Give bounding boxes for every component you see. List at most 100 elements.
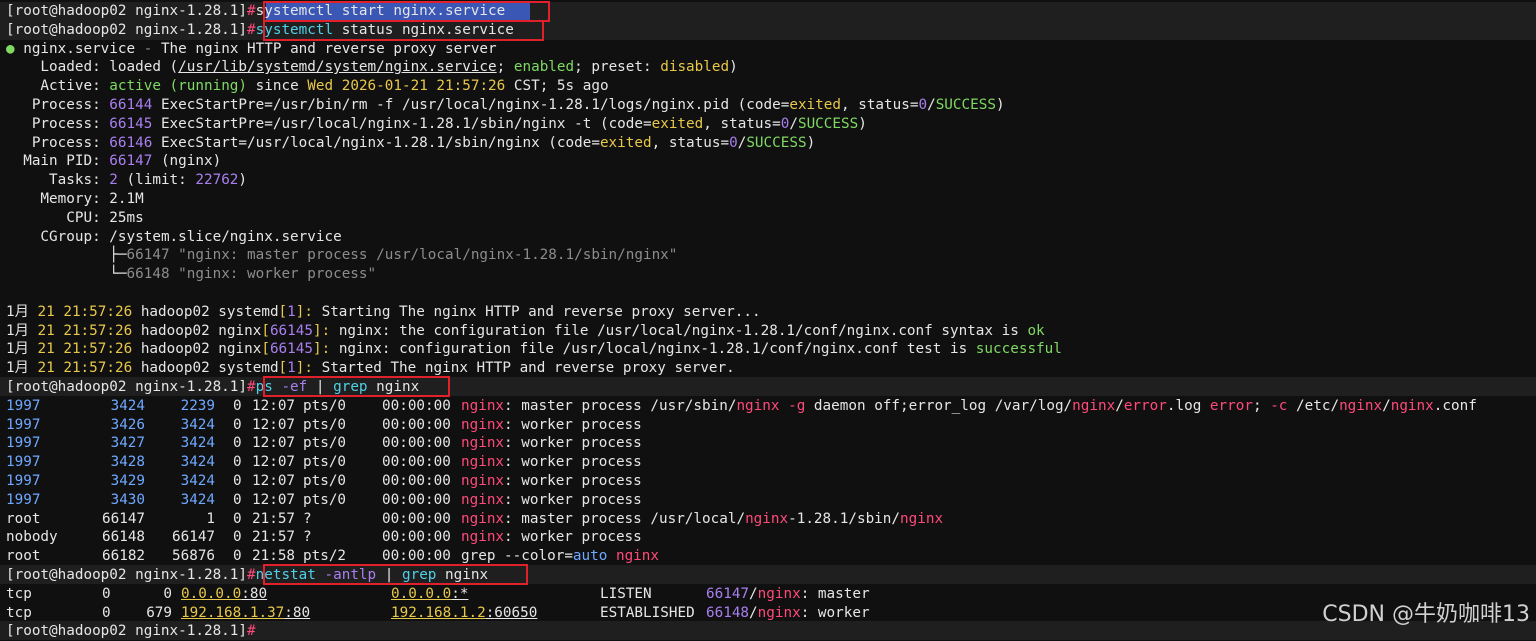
ps-c: 0: [233, 510, 242, 527]
unit-description: The nginx HTTP and reverse proxy server: [160, 40, 497, 57]
cell-part: nginx: [1390, 397, 1434, 414]
prompt-line: [root@hadoop02 nginx-1.28.1]#: [6, 622, 256, 641]
ns-state: ESTABLISHED: [600, 604, 695, 621]
ns-sendq: 679: [146, 604, 173, 621]
cell-part: error: [1123, 397, 1167, 414]
status-loaded: Loaded: loaded (/usr/lib/systemd/system/…: [6, 59, 738, 76]
cell-part: :: [241, 585, 250, 602]
highlight-box-netstat: [263, 564, 528, 585]
ps-time: 00:00:00: [382, 454, 451, 471]
cell-part: /etc/: [1287, 397, 1340, 414]
cell-part: /: [749, 585, 758, 602]
ns-recvq: 0: [102, 585, 111, 602]
cell-part: :: [485, 604, 495, 621]
prompt-text: [root@hadoop02 nginx-1.28.1]: [6, 3, 248, 19]
cell-part: -g: [788, 397, 806, 414]
ps-pid: 3430: [110, 491, 146, 508]
ps-ppid: 3424: [180, 491, 216, 508]
cell-part: nginx: [461, 454, 505, 471]
cell-part: daemon off;error_log /var/log/: [805, 397, 1073, 414]
status-cgroup: CGroup: /system.slice/nginx.service: [6, 228, 342, 245]
cell-part: .log: [1166, 397, 1210, 414]
ps-c: 0: [233, 529, 242, 546]
status-header: ● nginx.service - The nginx HTTP and rev…: [6, 40, 497, 57]
cell-part: 192.168.1.2: [391, 604, 486, 621]
ps-cmd: nginx: worker process: [461, 434, 642, 453]
ps-ppid: 1: [206, 510, 215, 527]
status-process: Process: 66145 ExecStartPre=/usr/local/n…: [6, 115, 867, 132]
ps-cmd: nginx: worker process: [461, 528, 642, 547]
status-process: Process: 66146 ExecStart=/usr/local/ngin…: [6, 134, 816, 151]
ps-tty: pts/0: [303, 397, 347, 414]
cell-part: 0.0.0.0: [181, 585, 242, 602]
cell-part: nginx: [461, 416, 505, 433]
ps-stime: 12:07: [252, 416, 296, 433]
ps-pid: 3429: [110, 473, 146, 489]
ps-tty: ?: [303, 510, 312, 527]
cell-part: 0.0.0.0: [391, 585, 452, 602]
status-tasks: Tasks: 2 (limit: 22762): [6, 172, 248, 189]
ps-time: 00:00:00: [382, 491, 451, 508]
cell-part: error: [1209, 397, 1253, 414]
ps-uid: 1997: [6, 397, 41, 414]
ps-stime: 12:07: [252, 397, 296, 414]
ps-stime: 12:07: [252, 454, 296, 471]
cell-part: : master process /usr/sbin/: [504, 397, 737, 414]
status-mainpid: Main PID: 66147 (nginx): [6, 153, 222, 170]
cell-part: 66148: [706, 604, 750, 621]
ps-c: 0: [233, 548, 242, 565]
prompt-text: [root@hadoop02 nginx-1.28.1]: [6, 567, 248, 583]
ps-uid: 1997: [6, 454, 41, 471]
watermark: CSDN @牛奶咖啡13: [1322, 602, 1530, 627]
cell-part: nginx: [461, 435, 505, 452]
ns-foreign: 192.168.1.2:60650: [391, 604, 537, 623]
cell-part: : worker process: [504, 473, 642, 489]
cell-part: nginx: [1072, 397, 1116, 414]
ps-cmd: nginx: master process /usr/sbin/nginx -g…: [461, 397, 1477, 416]
cell-part: 66147: [706, 585, 750, 602]
prompt-hash: #: [247, 379, 256, 395]
highlight-box-status: [263, 20, 544, 41]
cell-part: /: [1115, 397, 1124, 414]
ps-uid: 1997: [6, 473, 41, 489]
ps-uid: 1997: [6, 491, 41, 508]
ps-cmd: nginx: worker process: [461, 491, 642, 510]
cell-part: 192.168.1.37: [181, 604, 285, 621]
ps-pid: 3428: [110, 454, 146, 471]
ns-foreign: 0.0.0.0:*: [391, 585, 468, 604]
ps-uid: nobody: [6, 529, 58, 546]
journal-entry: 1月 21 21:57:26 hadoop02 systemd[1]: Star…: [6, 303, 761, 320]
cell-part: : worker process: [504, 491, 642, 508]
cell-part: --color: [504, 548, 565, 565]
cell-part: 60650: [494, 604, 538, 621]
ps-uid: 1997: [6, 435, 41, 452]
cell-part: : master process /usr/local/: [504, 510, 746, 527]
ps-ppid: 56876: [172, 548, 216, 565]
ps-c: 0: [233, 491, 242, 508]
cell-part: -1.28.1/sbin/: [788, 510, 901, 527]
ps-cmd: nginx: worker process: [461, 416, 642, 435]
cell-part: nginx: [461, 510, 505, 527]
cell-part: .conf: [1433, 397, 1477, 414]
cell-part: 80: [292, 604, 311, 621]
prompt-hash: #: [247, 567, 256, 583]
cell-part: nginx: [757, 585, 801, 602]
cell-part: nginx: [461, 397, 505, 414]
cell-part: *: [459, 585, 469, 602]
ps-stime: 21:57: [252, 529, 296, 546]
ps-time: 00:00:00: [382, 397, 451, 414]
cell-part: : worker process: [504, 454, 642, 471]
cell-part: : worker process: [504, 529, 642, 546]
cell-part: : master: [800, 585, 870, 602]
journal-entry: 1月 21 21:57:26 hadoop02 nginx[66145]: ng…: [6, 322, 1045, 339]
ps-ppid: 3424: [180, 473, 216, 489]
status-cpu: CPU: 25ms: [6, 209, 144, 226]
ps-uid: root: [6, 510, 41, 527]
cell-part: nginx: [900, 510, 944, 527]
prompt-hash: #: [247, 623, 256, 640]
prompt-hash: #: [247, 3, 256, 19]
cell-part: :: [284, 604, 293, 621]
ns-program: 66147/nginx: master: [706, 585, 870, 604]
terminal-window[interactable]: [root@hadoop02 nginx-1.28.1]#systemctl s…: [0, 0, 1536, 640]
ps-c: 0: [233, 397, 242, 414]
